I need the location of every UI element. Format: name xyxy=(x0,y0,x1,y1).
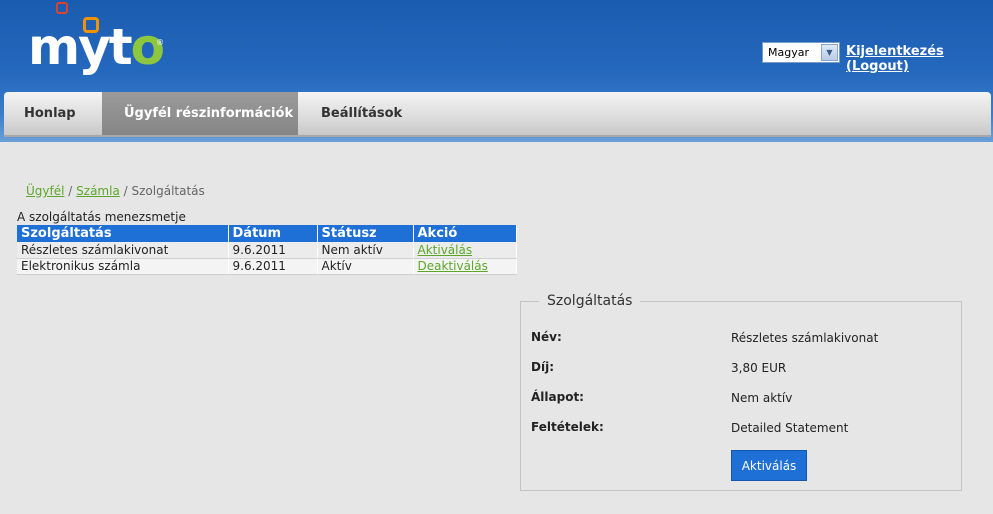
panel-title: Szolgáltatás xyxy=(539,293,641,309)
main-navigation: Honlap Ügyfél részinformációk Beállításo… xyxy=(4,92,991,137)
nav-item-home[interactable]: Honlap xyxy=(4,92,102,135)
field-value-fee: 3,80 EUR xyxy=(731,361,787,375)
field-label-status: Állapot: xyxy=(531,390,584,404)
cell-date: 9.6.2011 xyxy=(228,242,318,259)
breadcrumb-current: Szolgáltatás xyxy=(131,184,205,198)
language-select-value: Magyar xyxy=(768,46,809,59)
services-table: Szolgáltatás Dátum Státusz Akció Részlet… xyxy=(17,225,517,275)
nav-item-customer-info[interactable]: Ügyfél részinformációk xyxy=(102,92,298,135)
logo-registered-mark: ® xyxy=(156,38,164,47)
deactivate-link[interactable]: Deaktiválás xyxy=(418,259,488,273)
field-label-fee: Díj: xyxy=(531,360,554,374)
column-header-status: Státusz xyxy=(317,225,414,242)
logout-link[interactable]: Kijelentkezés (Logout) xyxy=(846,44,993,74)
column-header-service: Szolgáltatás xyxy=(17,225,229,242)
field-label-terms: Feltételek: xyxy=(531,420,604,434)
chevron-down-icon[interactable]: ▼ xyxy=(821,44,838,61)
cell-date: 9.6.2011 xyxy=(228,258,318,275)
table-row: Elektronikus számla 9.6.2011 Aktív Deakt… xyxy=(17,258,517,275)
table-header-row: Szolgáltatás Dátum Státusz Akció xyxy=(17,225,517,242)
breadcrumb: Ügyfél / Számla / Szolgáltatás xyxy=(26,184,205,198)
field-value-status: Nem aktív xyxy=(731,391,793,405)
column-header-date: Dátum xyxy=(228,225,318,242)
field-value-name: Részletes számlakivonat xyxy=(731,331,879,345)
language-select[interactable]: Magyar ▼ xyxy=(762,42,840,63)
column-header-action: Akció xyxy=(413,225,517,242)
table-row: Részletes számlakivonat 9.6.2011 Nem akt… xyxy=(17,242,517,259)
breadcrumb-link-customer[interactable]: Ügyfél xyxy=(26,184,64,198)
table-caption: A szolgáltatás menezsmetje xyxy=(17,210,186,224)
breadcrumb-link-account[interactable]: Számla xyxy=(76,184,120,198)
cell-status: Aktív xyxy=(317,258,414,275)
cell-service: Elektronikus számla xyxy=(17,258,229,275)
breadcrumb-separator: / xyxy=(68,184,73,198)
cell-action: Deaktiválás xyxy=(413,258,517,275)
logo-red-square-icon xyxy=(56,2,68,14)
field-label-name: Név: xyxy=(531,330,562,344)
field-value-terms: Detailed Statement xyxy=(731,421,849,435)
activate-link[interactable]: Aktiválás xyxy=(418,243,473,257)
service-detail-panel: Szolgáltatás Név: Részletes számlakivona… xyxy=(520,293,962,491)
breadcrumb-separator: / xyxy=(123,184,128,198)
activate-button[interactable]: Aktiválás xyxy=(731,450,807,481)
nav-item-settings[interactable]: Beállítások xyxy=(321,92,431,135)
logo-text: myto xyxy=(28,18,165,76)
cell-status: Nem aktív xyxy=(317,242,414,259)
cell-service: Részletes számlakivonat xyxy=(17,242,229,259)
cell-action: Aktiválás xyxy=(413,242,517,259)
myto-logo[interactable]: myto ® xyxy=(28,2,178,80)
